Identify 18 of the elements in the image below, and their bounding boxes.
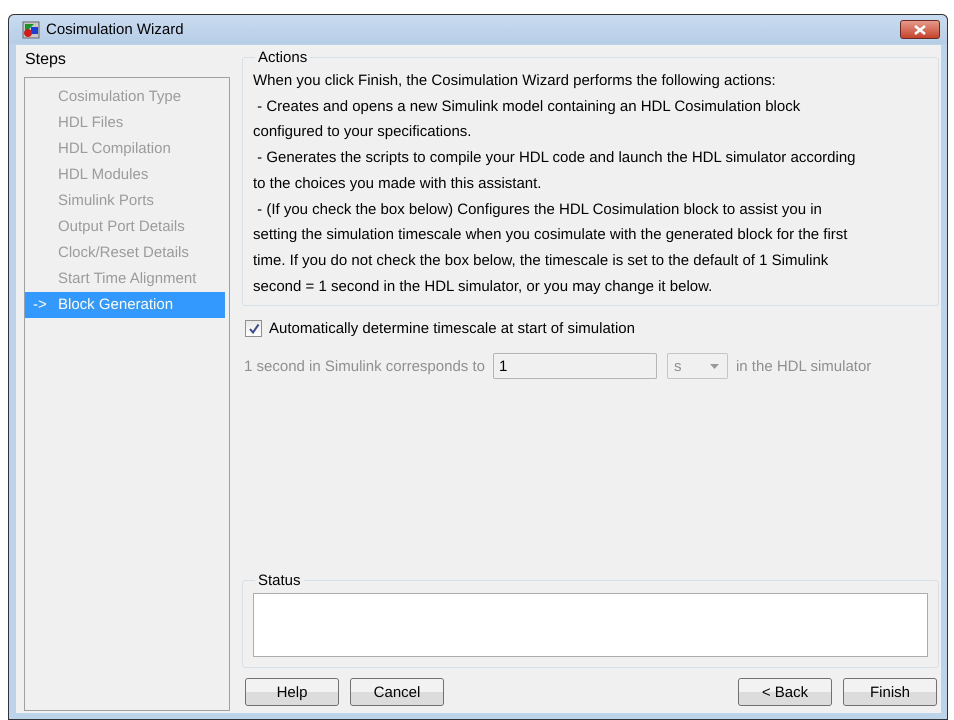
- dialog-button[interactable]: Help: [245, 678, 339, 706]
- app-icon: [22, 20, 40, 38]
- actions-title: Actions: [257, 49, 308, 66]
- dialog-button[interactable]: Cancel: [350, 678, 444, 706]
- actions-description: When you click Finish, the Cosimulation Wizard performs the following actions: - Creates and opens a new Simulink model containing an HDL Cosimulation block configured to your specifications. - Generates the scripts to compile your HDL code and launch the HDL simulator according to the choices you made with this assistant. - (If you check the box below) Configures the HDL Cosimulation block to assist you in setting the simulation timescale when you cosimulate with the generated block for the first time. If you do not check the box below, the timescale is set to the default of 1 Simulink second = 1 second in the HDL simulator, or you may change it below.: [253, 71, 857, 297]
- status-title: Status: [257, 572, 302, 589]
- steps-title: Steps: [24, 50, 67, 70]
- timescale-suffix: in the HDL simulator: [736, 358, 872, 375]
- dialog-button[interactable]: < Back: [738, 678, 832, 706]
- timescale-label: 1 second in Simulink corresponds to: [244, 358, 485, 375]
- dropdown-caret-icon: [710, 364, 719, 369]
- window-title: Cosimulation Wizard: [46, 21, 185, 38]
- step-item[interactable]: -> Block Generation: [25, 292, 225, 318]
- checkbox[interactable]: [245, 320, 262, 338]
- close-icon: [913, 24, 927, 34]
- close-button[interactable]: [900, 20, 940, 39]
- checkbox-label: Automatically determine timescale at start of simulation: [269, 320, 635, 338]
- dialog-button[interactable]: Finish: [843, 678, 937, 706]
